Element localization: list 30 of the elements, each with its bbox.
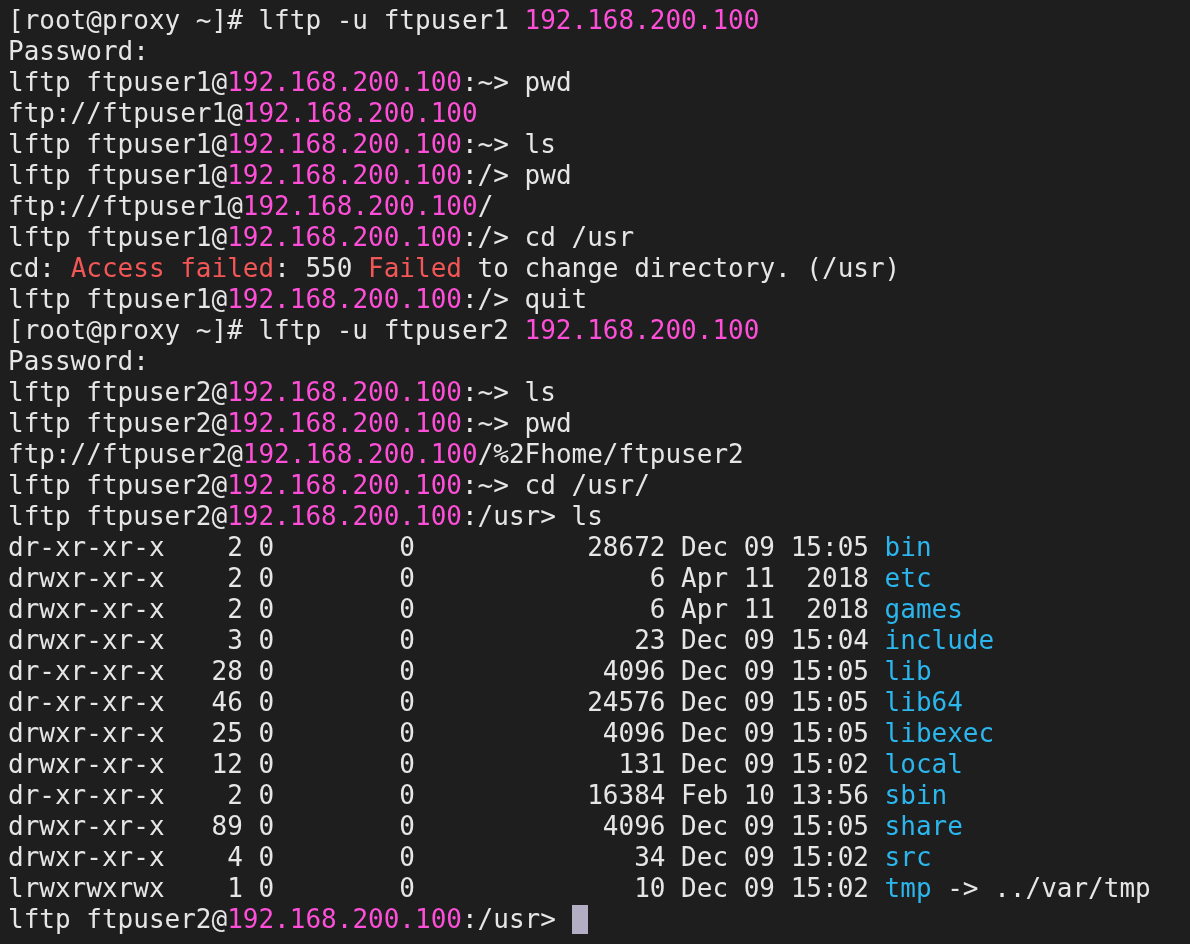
terminal-line: lftp ftpuser1@192.168.200.100:/> quit [8, 284, 588, 315]
terminal-line: drwxr-xr-x 3 0 0 23 Dec 09 15:04 include [8, 625, 995, 656]
terminal-line: Password: [8, 36, 149, 67]
terminal-line: lftp ftpuser2@192.168.200.100:~> ls [8, 377, 556, 408]
terminal-line: drwxr-xr-x 2 0 0 6 Apr 11 2018 games [8, 594, 963, 625]
terminal-line: lftp ftpuser1@192.168.200.100:~> pwd [8, 67, 572, 98]
terminal-line: ftp://ftpuser2@192.168.200.100/%2Fhome/ftpuser2 [8, 439, 744, 470]
terminal-line: lftp ftpuser1@192.168.200.100:/> pwd [8, 160, 572, 191]
terminal-line: Password: [8, 346, 149, 377]
terminal-line: drwxr-xr-x 12 0 0 131 Dec 09 15:02 local [8, 749, 963, 780]
terminal-line: cd: Access failed: 550 Failed to change directory. (/usr) [8, 253, 901, 284]
terminal-line: lftp ftpuser2@192.168.200.100:/usr> [8, 904, 557, 935]
terminal-line: drwxr-xr-x 2 0 0 6 Apr 11 2018 etc [8, 563, 932, 594]
terminal-line: dr-xr-xr-x 2 0 0 28672 Dec 09 15:05 bin [8, 532, 932, 563]
terminal-line: drwxr-xr-x 89 0 0 4096 Dec 09 15:05 share [8, 811, 963, 842]
terminal-line: lftp ftpuser2@192.168.200.100:~> pwd [8, 408, 572, 439]
terminal-line: drwxr-xr-x 4 0 0 34 Dec 09 15:02 src [8, 842, 932, 873]
terminal-line: lrwxrwxrwx 1 0 0 10 Dec 09 15:02 tmp -> ../var/tmp [8, 873, 1151, 904]
terminal-line: dr-xr-xr-x 28 0 0 4096 Dec 09 15:05 lib [8, 656, 932, 687]
terminal-line: [root@proxy ~]# lftp -u ftpuser1 192.168.200.100 [8, 5, 760, 36]
terminal-line: lftp ftpuser2@192.168.200.100:/usr> ls [8, 501, 603, 532]
terminal-line: lftp ftpuser2@192.168.200.100:~> cd /usr/ [8, 470, 650, 501]
terminal-line: ftp://ftpuser1@192.168.200.100 [8, 98, 478, 129]
terminal-line: lftp ftpuser1@192.168.200.100:~> ls [8, 129, 556, 160]
terminal-line: ftp://ftpuser1@192.168.200.100/ [8, 191, 494, 222]
terminal-line: lftp ftpuser1@192.168.200.100:/> cd /usr [8, 222, 635, 253]
terminal-line: dr-xr-xr-x 2 0 0 16384 Feb 10 13:56 sbin [8, 780, 948, 811]
terminal-line: dr-xr-xr-x 46 0 0 24576 Dec 09 15:05 lib64 [8, 687, 963, 718]
terminal-line: drwxr-xr-x 25 0 0 4096 Dec 09 15:05 libexec [8, 718, 995, 749]
terminal-line: [root@proxy ~]# lftp -u ftpuser2 192.168.200.100 [8, 315, 760, 346]
